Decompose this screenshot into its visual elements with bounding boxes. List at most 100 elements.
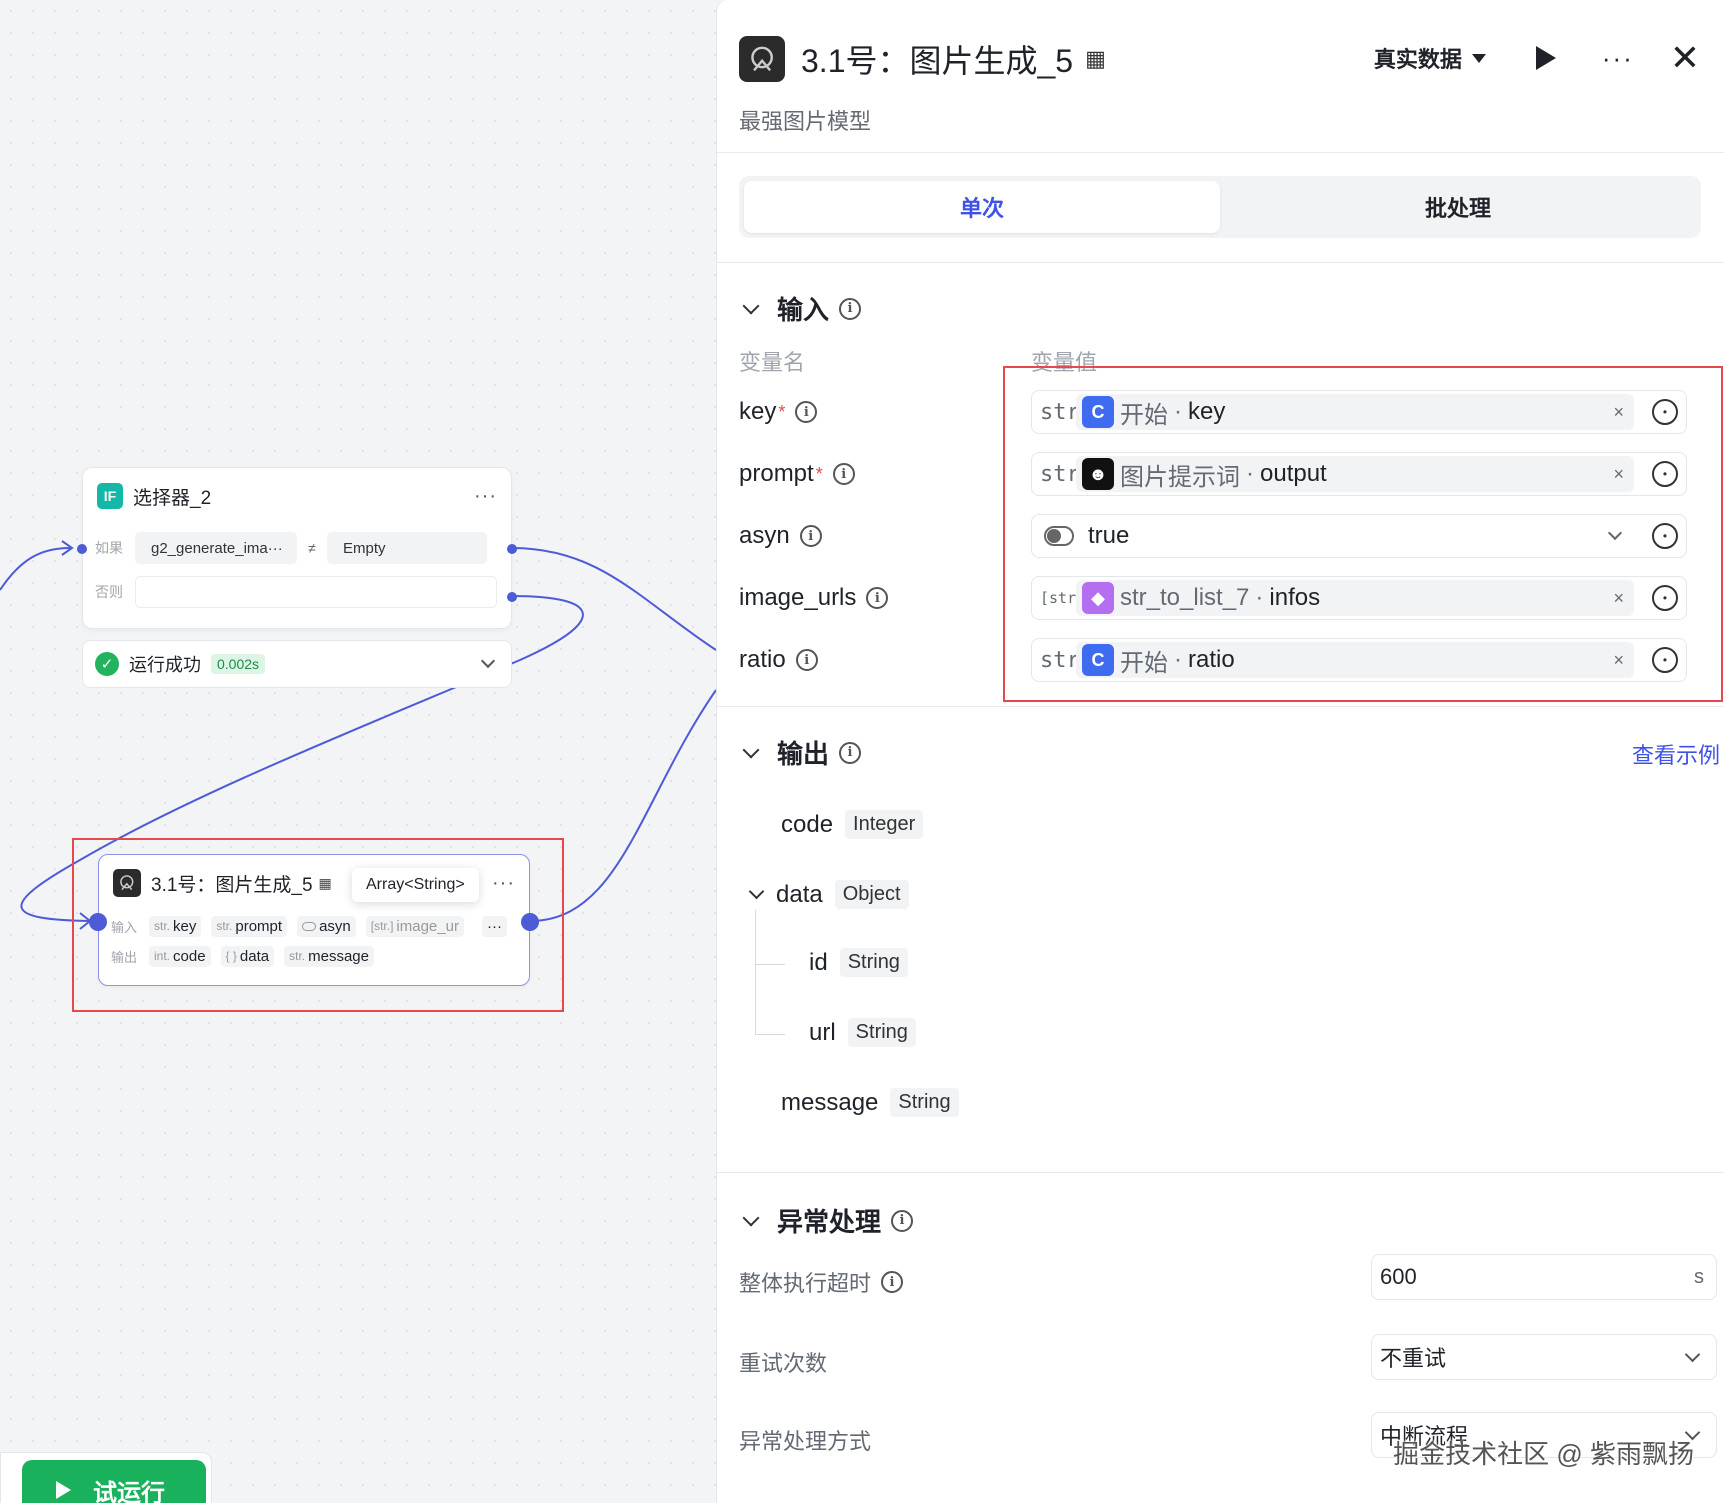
- selector-input-port[interactable]: [77, 544, 87, 554]
- output-field-code: code Integer: [781, 810, 924, 839]
- model-logo-icon: [739, 36, 785, 82]
- watermark: 掘金技术社区 @ 紫雨飘扬: [1393, 1439, 1694, 1469]
- variable-picker-icon[interactable]: •: [1652, 461, 1678, 487]
- var-name-ratio: ratio i: [739, 646, 818, 674]
- chevron-down-icon[interactable]: [742, 1209, 760, 1226]
- chevron-down-icon[interactable]: [742, 297, 760, 314]
- selector-node[interactable]: IF 选择器_2 ··· 如果 g2_generate_ima··· ≠ Emp…: [77, 467, 517, 629]
- variable-picker-icon[interactable]: •: [1652, 523, 1678, 549]
- else-box: [135, 576, 497, 608]
- variable-picker-icon[interactable]: •: [1652, 585, 1678, 611]
- if-output-port[interactable]: [507, 544, 517, 554]
- variable-picker-icon[interactable]: •: [1652, 647, 1678, 673]
- info-icon[interactable]: i: [839, 297, 862, 320]
- run-status-text: 运行成功: [129, 655, 201, 675]
- type-label: [str.]: [1040, 589, 1095, 607]
- data-source-dropdown[interactable]: 真实数据: [1374, 42, 1486, 74]
- timeout-unit: s: [1694, 1265, 1704, 1288]
- caret-down-icon: [1471, 53, 1486, 63]
- else-output-port[interactable]: [507, 592, 517, 602]
- close-icon[interactable]: ✕: [1670, 40, 1700, 76]
- clear-icon[interactable]: ×: [1613, 464, 1628, 485]
- connection-wires: [0, 540, 716, 930]
- info-icon[interactable]: i: [839, 741, 862, 764]
- view-example-link[interactable]: 查看示例: [1632, 738, 1720, 770]
- tab-single[interactable]: 单次: [744, 181, 1220, 233]
- wire-if-out: [511, 547, 716, 651]
- reference-chip[interactable]: ☻ 图片提示词 · output ×: [1076, 456, 1634, 492]
- model-logo-icon: [113, 869, 141, 897]
- reference-chip[interactable]: ◆ str_to_list_7 · infos ×: [1076, 580, 1634, 616]
- left-operand[interactable]: g2_generate_ima···: [135, 532, 297, 564]
- workflow-canvas[interactable]: IF 选择器_2 ··· 如果 g2_generate_ima··· ≠ Emp…: [0, 0, 716, 1503]
- type-tooltip: Array<String>: [352, 868, 479, 902]
- ghost-node-icon: ☻: [1082, 458, 1114, 490]
- var-value-prompt[interactable]: str. ☻ 图片提示词 · output × •: [1031, 452, 1687, 496]
- type-label: str.: [1040, 461, 1093, 487]
- info-icon[interactable]: i: [866, 587, 889, 609]
- exception-section-header[interactable]: 异常处理 i: [739, 1202, 914, 1239]
- test-run-button[interactable]: 试运行: [22, 1460, 206, 1503]
- clear-icon[interactable]: ×: [1613, 402, 1628, 423]
- input-tag-asyn: asyn: [297, 915, 356, 937]
- inputs-more-button[interactable]: ···: [482, 915, 507, 937]
- run-duration-badge: 0.002s: [211, 654, 266, 674]
- more-icon[interactable]: ···: [1602, 43, 1634, 74]
- if-label: 如果: [95, 540, 123, 556]
- reference-chip[interactable]: C 开始 · ratio ×: [1076, 642, 1634, 678]
- output-field-url: url String: [809, 1018, 916, 1047]
- image-node-outputs: 输出 int. code { } data str. message: [111, 941, 517, 971]
- info-icon[interactable]: i: [795, 649, 818, 671]
- play-icon[interactable]: [1535, 46, 1556, 70]
- chevron-down-icon[interactable]: [748, 883, 765, 900]
- input-divider: [717, 706, 1724, 707]
- right-operand[interactable]: Empty: [327, 532, 487, 564]
- var-value-asyn[interactable]: true •: [1031, 514, 1687, 558]
- if-condition-row[interactable]: 如果 g2_generate_ima··· ≠ Empty: [95, 528, 499, 568]
- play-icon: [56, 1481, 71, 1499]
- not-equal-operator: ≠: [308, 540, 316, 556]
- clear-icon[interactable]: ×: [1613, 650, 1628, 671]
- info-icon[interactable]: i: [799, 525, 822, 547]
- reference-chip[interactable]: C 开始 · key ×: [1076, 394, 1634, 430]
- output-tag-data: { } data: [220, 945, 275, 967]
- tab-batch[interactable]: 批处理: [1220, 181, 1696, 233]
- output-section-header[interactable]: 输出 i: [739, 734, 862, 771]
- input-tag-image-urls: [str.] image_ur: [365, 915, 464, 937]
- clear-icon[interactable]: ×: [1613, 588, 1628, 609]
- variable-picker-icon[interactable]: •: [1652, 399, 1678, 425]
- output-field-data[interactable]: data Object: [745, 880, 909, 909]
- var-name-prompt: prompt * i: [739, 460, 855, 488]
- toggle-icon: [302, 921, 317, 931]
- var-value-image-urls[interactable]: [str.] ◆ str_to_list_7 · infos × •: [1031, 576, 1687, 620]
- header-divider: [717, 152, 1724, 153]
- info-icon[interactable]: i: [881, 1271, 904, 1293]
- info-icon[interactable]: i: [891, 1209, 914, 1232]
- chevron-down-icon[interactable]: [480, 653, 496, 669]
- input-label: 输入: [111, 919, 138, 935]
- image-node-more-button[interactable]: ···: [492, 872, 515, 895]
- chevron-down-icon: [1684, 1346, 1701, 1362]
- input-section-header[interactable]: 输入 i: [739, 290, 862, 327]
- info-icon[interactable]: i: [795, 401, 818, 423]
- wire-into-selector: [0, 547, 71, 591]
- cube-node-icon: ◆: [1082, 582, 1114, 614]
- timeout-input[interactable]: 600 s: [1371, 1254, 1717, 1300]
- var-value-key[interactable]: str. C 开始 · key × •: [1031, 390, 1687, 434]
- run-status-bar[interactable]: ✓ 运行成功 0.002s: [82, 640, 512, 688]
- info-icon[interactable]: i: [832, 463, 855, 485]
- var-value-ratio[interactable]: str. C 开始 · ratio × •: [1031, 638, 1687, 682]
- tree-line: [755, 1034, 785, 1035]
- retry-select[interactable]: 不重试: [1371, 1334, 1717, 1380]
- column-variable-name: 变量名: [739, 350, 806, 375]
- chevron-down-icon[interactable]: [742, 741, 760, 758]
- check-icon: ✓: [95, 652, 119, 676]
- selector-more-button[interactable]: ···: [474, 485, 497, 508]
- image-input-port[interactable]: [89, 913, 107, 931]
- template-icon[interactable]: ▦: [1085, 46, 1106, 72]
- output-divider: [717, 1172, 1724, 1173]
- image-output-port[interactable]: [521, 913, 539, 931]
- boolean-toggle-icon[interactable]: [1044, 526, 1074, 546]
- node-config-panel: 3.1号：图片生成_5 ▦ 最强图片模型 真实数据 ··· ✕ 单次 批处理 输…: [716, 0, 1724, 1503]
- chevron-down-icon[interactable]: [1607, 525, 1623, 541]
